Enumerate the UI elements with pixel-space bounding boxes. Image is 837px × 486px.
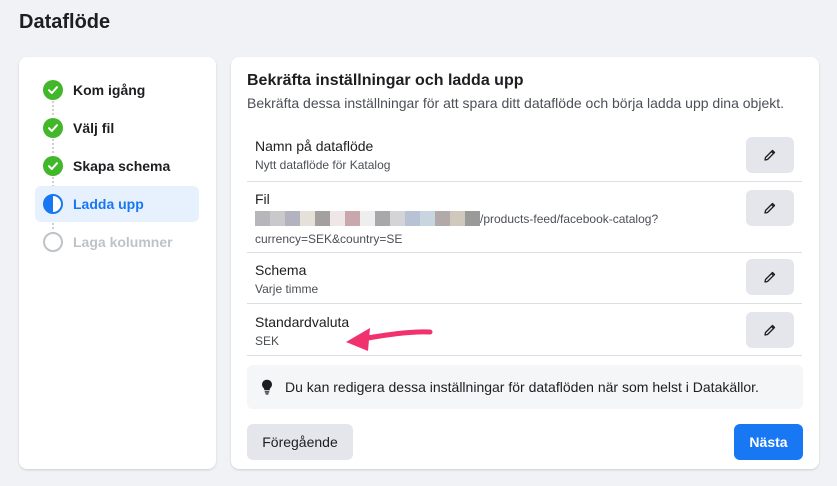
setting-label: Fil xyxy=(255,191,270,207)
setting-value: Varje timme xyxy=(255,282,319,296)
pencil-icon xyxy=(764,149,776,161)
file-url-path: /products-feed/facebook-catalog? xyxy=(480,212,659,226)
setting-label: Standardvaluta xyxy=(255,314,350,330)
stepper-sidebar: Kom igång Välj fil Skapa schema Ladda up… xyxy=(19,57,216,469)
page-title: Dataflöde xyxy=(19,11,111,33)
half-circle-icon xyxy=(43,194,63,214)
step-laga-kolumner: Laga kolumner xyxy=(35,224,199,260)
step-label: Kom igång xyxy=(73,82,146,98)
setting-value: SEK xyxy=(255,334,280,348)
setting-row-file: Fil /products-feed/facebook-catalog? cur… xyxy=(247,182,802,253)
setting-value: Nytt dataflöde för Katalog xyxy=(255,158,391,172)
panel-subtitle: Bekräfta dessa inställningar för att spa… xyxy=(247,95,785,111)
step-label: Välj fil xyxy=(73,120,115,136)
edit-schedule-button[interactable] xyxy=(746,259,794,295)
setting-value-file: /products-feed/facebook-catalog? currenc… xyxy=(255,209,675,249)
next-button[interactable]: Nästa xyxy=(734,424,803,460)
edit-file-button[interactable] xyxy=(746,190,794,226)
edit-name-button[interactable] xyxy=(746,137,794,173)
check-circle-icon xyxy=(43,118,63,138)
setting-row-currency: Standardvaluta SEK xyxy=(247,304,802,356)
annotation-arrow-icon xyxy=(346,328,433,351)
confirm-panel: Bekräfta inställningar och ladda upp Bek… xyxy=(231,57,819,469)
step-ladda-upp[interactable]: Ladda upp xyxy=(35,186,199,222)
edit-currency-button[interactable] xyxy=(746,312,794,348)
check-circle-icon xyxy=(43,80,63,100)
setting-label: Namn på dataflöde xyxy=(255,138,374,154)
step-valj-fil[interactable]: Välj fil xyxy=(35,110,199,146)
redacted-url-part xyxy=(255,211,480,226)
panel-title: Bekräfta inställningar och ladda upp xyxy=(247,72,524,89)
setting-row-name: Namn på dataflöde Nytt dataflöde för Kat… xyxy=(247,129,802,182)
step-kom-igang[interactable]: Kom igång xyxy=(35,72,199,108)
info-banner: Du kan redigera dessa inställningar för … xyxy=(247,365,803,409)
setting-label: Schema xyxy=(255,262,307,278)
info-text: Du kan redigera dessa inställningar för … xyxy=(285,379,759,395)
step-label: Laga kolumner xyxy=(73,234,173,250)
previous-button[interactable]: Föregående xyxy=(247,424,353,460)
pencil-icon xyxy=(764,271,776,283)
step-label: Skapa schema xyxy=(73,158,171,174)
step-label: Ladda upp xyxy=(73,196,144,212)
file-url-query: currency=SEK&country=SE xyxy=(255,232,403,246)
pencil-icon xyxy=(764,202,776,214)
lightbulb-icon xyxy=(262,379,272,395)
step-skapa-schema[interactable]: Skapa schema xyxy=(35,148,199,184)
empty-circle-icon xyxy=(43,232,63,252)
setting-row-schedule: Schema Varje timme xyxy=(247,253,802,304)
check-circle-icon xyxy=(43,156,63,176)
pencil-icon xyxy=(764,324,776,336)
